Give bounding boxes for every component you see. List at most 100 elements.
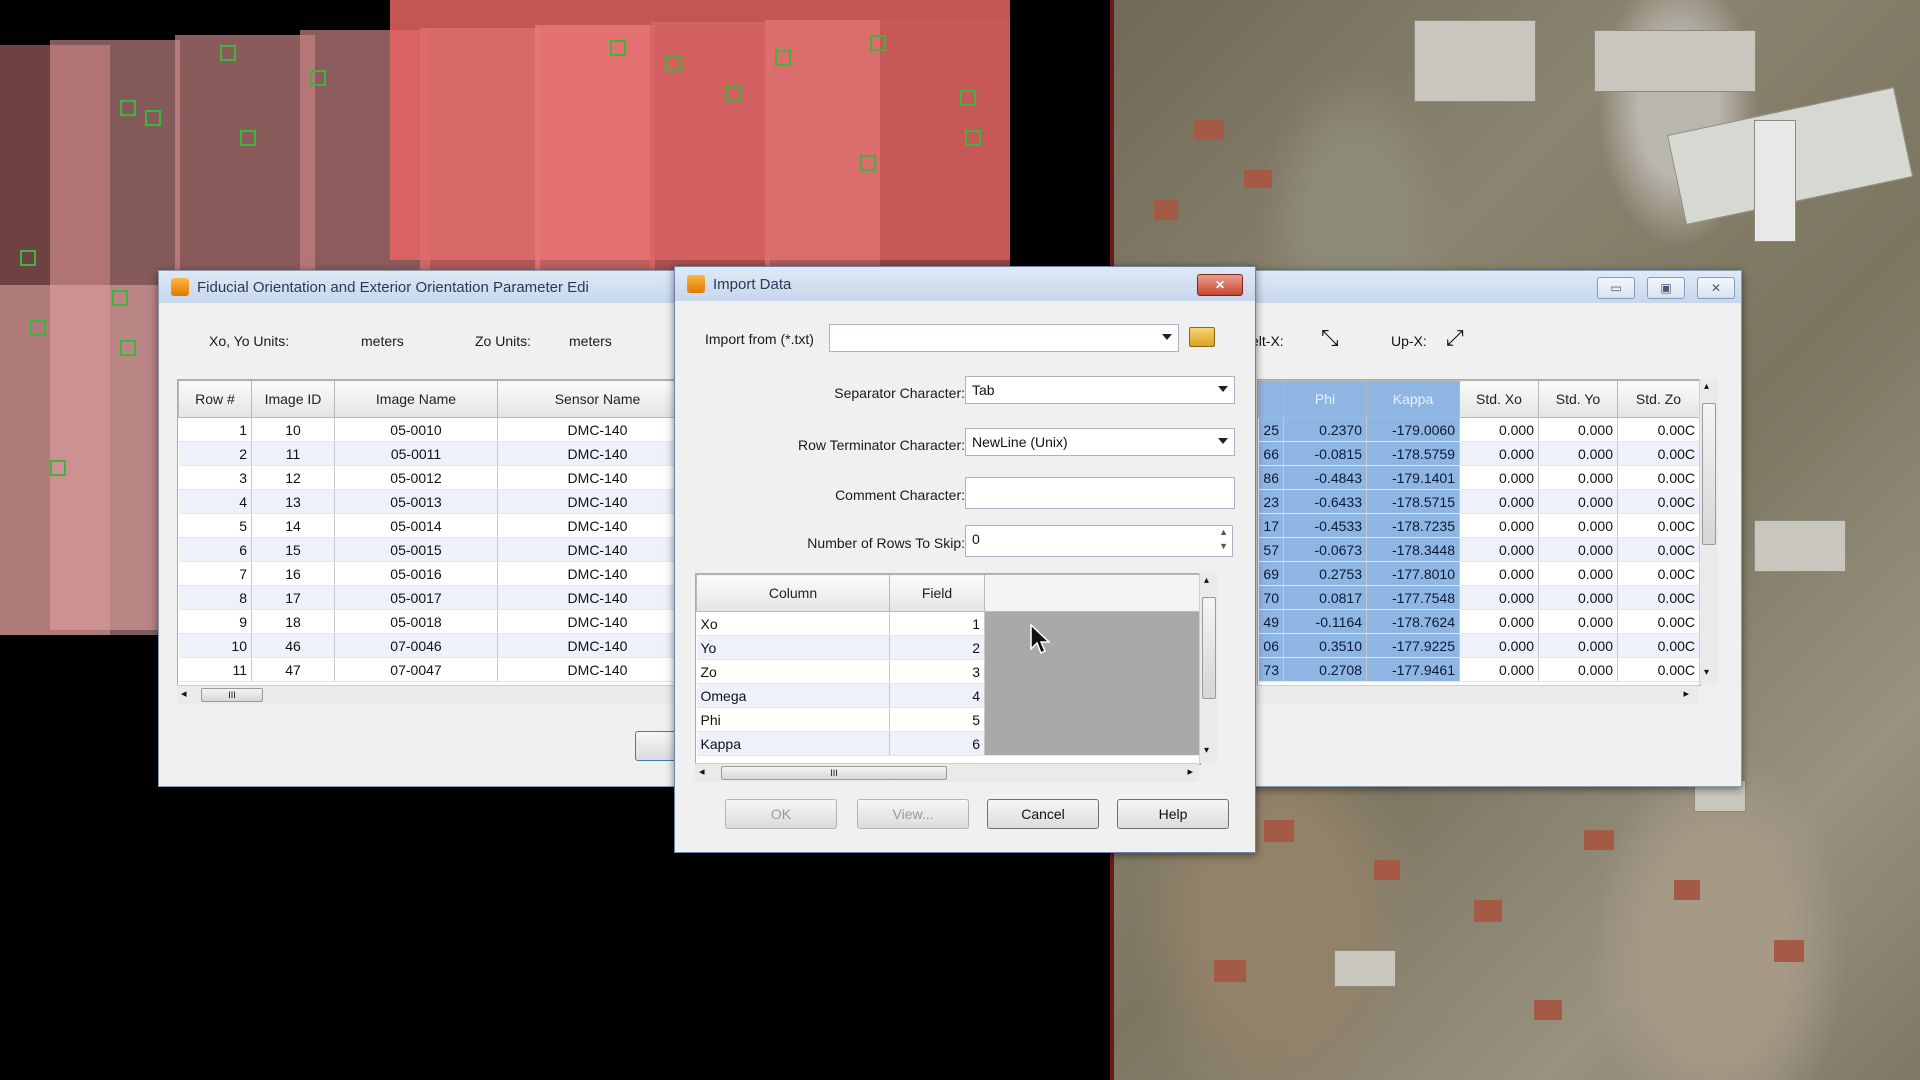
table-row[interactable]: 6 15 05-0015 DMC-140 [178,537,698,562]
table-row[interactable]: 8 17 05-0017 DMC-140 [178,585,698,610]
table-row[interactable]: 25 0.2370 -179.0060 0.000 0.000 0.00C [1258,417,1700,442]
cell[interactable]: 3 [889,659,985,684]
scrollbar-thumb[interactable]: III [201,688,263,702]
table-row[interactable]: Xo 1 [696,611,1200,756]
footprint-strip [420,28,540,273]
roof [1534,1000,1562,1020]
column-header[interactable]: Field [889,574,985,612]
maximize-button[interactable]: ▣ [1647,277,1685,299]
scroll-up-icon[interactable]: ▴ [1704,381,1709,392]
table-row[interactable]: 1 10 05-0010 DMC-140 [178,417,698,442]
cell: -177.9225 [1366,633,1460,658]
mapping-vertical-scrollbar[interactable]: ▴ ▾ [1199,573,1218,763]
cell: 0.000 [1459,513,1539,538]
orientation-horizontal-scrollbar[interactable]: ▸ [1257,685,1699,704]
ok-button[interactable]: OK [725,799,837,829]
scroll-left-icon[interactable]: ◂ [181,687,187,700]
column-header[interactable]: Row # [178,380,252,418]
table-row[interactable]: 9 18 05-0018 DMC-140 [178,609,698,634]
column-header[interactable]: Std. Xo [1459,380,1539,418]
stepper-down-icon[interactable]: ▼ [1219,541,1228,551]
scroll-right-icon[interactable]: ▸ [1683,687,1689,700]
column-header[interactable]: Kappa [1366,380,1460,418]
cell: -178.5759 [1366,441,1460,466]
scroll-up-icon[interactable]: ▴ [1204,575,1209,586]
table-row[interactable]: 4 13 05-0013 DMC-140 [178,489,698,514]
column-header[interactable]: Image ID [251,380,335,418]
cell: DMC-140 [497,609,698,634]
cell: 0.000 [1459,609,1539,634]
table-row[interactable]: 5 14 05-0014 DMC-140 [178,513,698,538]
skip-rows-stepper[interactable]: 0 ▲ ▼ [965,525,1233,557]
table-row[interactable]: 23 -0.6433 -178.5715 0.000 0.000 0.00C [1258,489,1700,514]
cell: 0.00C [1617,441,1700,466]
xy-units-value[interactable]: meters [361,333,441,349]
table-row[interactable]: 10 46 07-0046 DMC-140 [178,633,698,658]
view-button[interactable]: View... [857,799,969,829]
separator-select[interactable]: Tab [965,376,1235,404]
table-row[interactable]: 86 -0.4843 -179.1401 0.000 0.000 0.00C [1258,465,1700,490]
table-row[interactable]: 57 -0.0673 -178.3448 0.000 0.000 0.00C [1258,537,1700,562]
scroll-down-icon[interactable]: ▾ [1204,745,1209,756]
cell[interactable]: 5 [889,707,985,732]
column-header[interactable]: Std. Yo [1538,380,1618,418]
cell: 73 [1258,657,1284,682]
table-row[interactable]: 73 0.2708 -177.9461 0.000 0.000 0.00C [1258,657,1700,682]
scroll-left-icon[interactable]: ◂ [699,765,705,778]
cell: -0.0673 [1283,537,1367,562]
row-terminator-select[interactable]: NewLine (Unix) [965,428,1235,456]
minimize-button[interactable]: ▭ [1597,277,1635,299]
cancel-button[interactable]: Cancel [987,799,1099,829]
comment-input[interactable] [965,477,1235,509]
cell: 05-0015 [334,537,498,562]
tie-point-marker [860,155,876,171]
skip-rows-label: Number of Rows To Skip: [807,535,965,551]
column-header[interactable]: Image Name [334,380,498,418]
axis-up-icon[interactable]: ⤢ [1446,325,1464,351]
column-header[interactable]: Sensor Name [497,380,698,418]
chevron-down-icon[interactable] [1162,334,1172,340]
cell[interactable]: 1 [889,611,985,636]
column-header[interactable]: Phi [1283,380,1367,418]
column-header[interactable] [1258,380,1284,418]
column-header[interactable]: Std. Zo [1617,380,1700,418]
axis-rotate-icon[interactable]: ⤡ [1321,325,1339,351]
table-row[interactable]: 70 0.0817 -177.7548 0.000 0.000 0.00C [1258,585,1700,610]
folder-open-icon[interactable] [1189,327,1215,347]
table-row[interactable]: 06 0.3510 -177.9225 0.000 0.000 0.00C [1258,633,1700,658]
fiducial-horizontal-scrollbar[interactable]: ◂ III [177,685,697,704]
cell[interactable]: 6 [889,731,985,756]
chevron-down-icon[interactable] [1218,438,1228,444]
scrollbar-thumb[interactable] [1202,597,1216,699]
z-units-value[interactable]: meters [569,333,649,349]
table-row[interactable]: 7 16 05-0016 DMC-140 [178,561,698,586]
table-row[interactable]: 66 -0.0815 -178.5759 0.000 0.000 0.00C [1258,441,1700,466]
import-dialog-titlebar[interactable]: Import Data [675,267,1255,301]
close-button[interactable]: ✕ [1197,274,1243,296]
column-header[interactable]: Column [696,574,890,612]
mapping-horizontal-scrollbar[interactable]: ◂ III ▸ [695,763,1199,782]
table-row[interactable]: 11 47 07-0047 DMC-140 [178,657,698,682]
cell: 1 [178,417,252,442]
table-row[interactable]: 2 11 05-0011 DMC-140 [178,441,698,466]
scroll-right-icon[interactable]: ▸ [1187,765,1193,778]
table-row[interactable]: 17 -0.4533 -178.7235 0.000 0.000 0.00C [1258,513,1700,538]
scroll-down-icon[interactable]: ▾ [1704,667,1709,678]
help-button[interactable]: Help [1117,799,1229,829]
stepper-up-icon[interactable]: ▲ [1219,527,1228,537]
table-row[interactable]: 3 12 05-0012 DMC-140 [178,465,698,490]
cell[interactable]: 4 [889,683,985,708]
close-button[interactable]: ✕ [1697,277,1735,299]
orientation-vertical-scrollbar[interactable]: ▴ ▾ [1699,379,1718,684]
import-from-combo[interactable] [829,324,1179,352]
cell[interactable]: 2 [889,635,985,660]
tie-point-marker [30,320,46,336]
table-row[interactable]: 69 0.2753 -177.8010 0.000 0.000 0.00C [1258,561,1700,586]
scrollbar-thumb[interactable]: III [721,766,947,780]
scrollbar-thumb[interactable] [1702,403,1716,545]
comment-label: Comment Character: [835,487,965,503]
table-row[interactable]: 49 -0.1164 -178.7624 0.000 0.000 0.00C [1258,609,1700,634]
chevron-down-icon[interactable] [1218,386,1228,392]
toolbar-right-label: Up-X: [1391,333,1427,349]
cell: 23 [1258,489,1284,514]
